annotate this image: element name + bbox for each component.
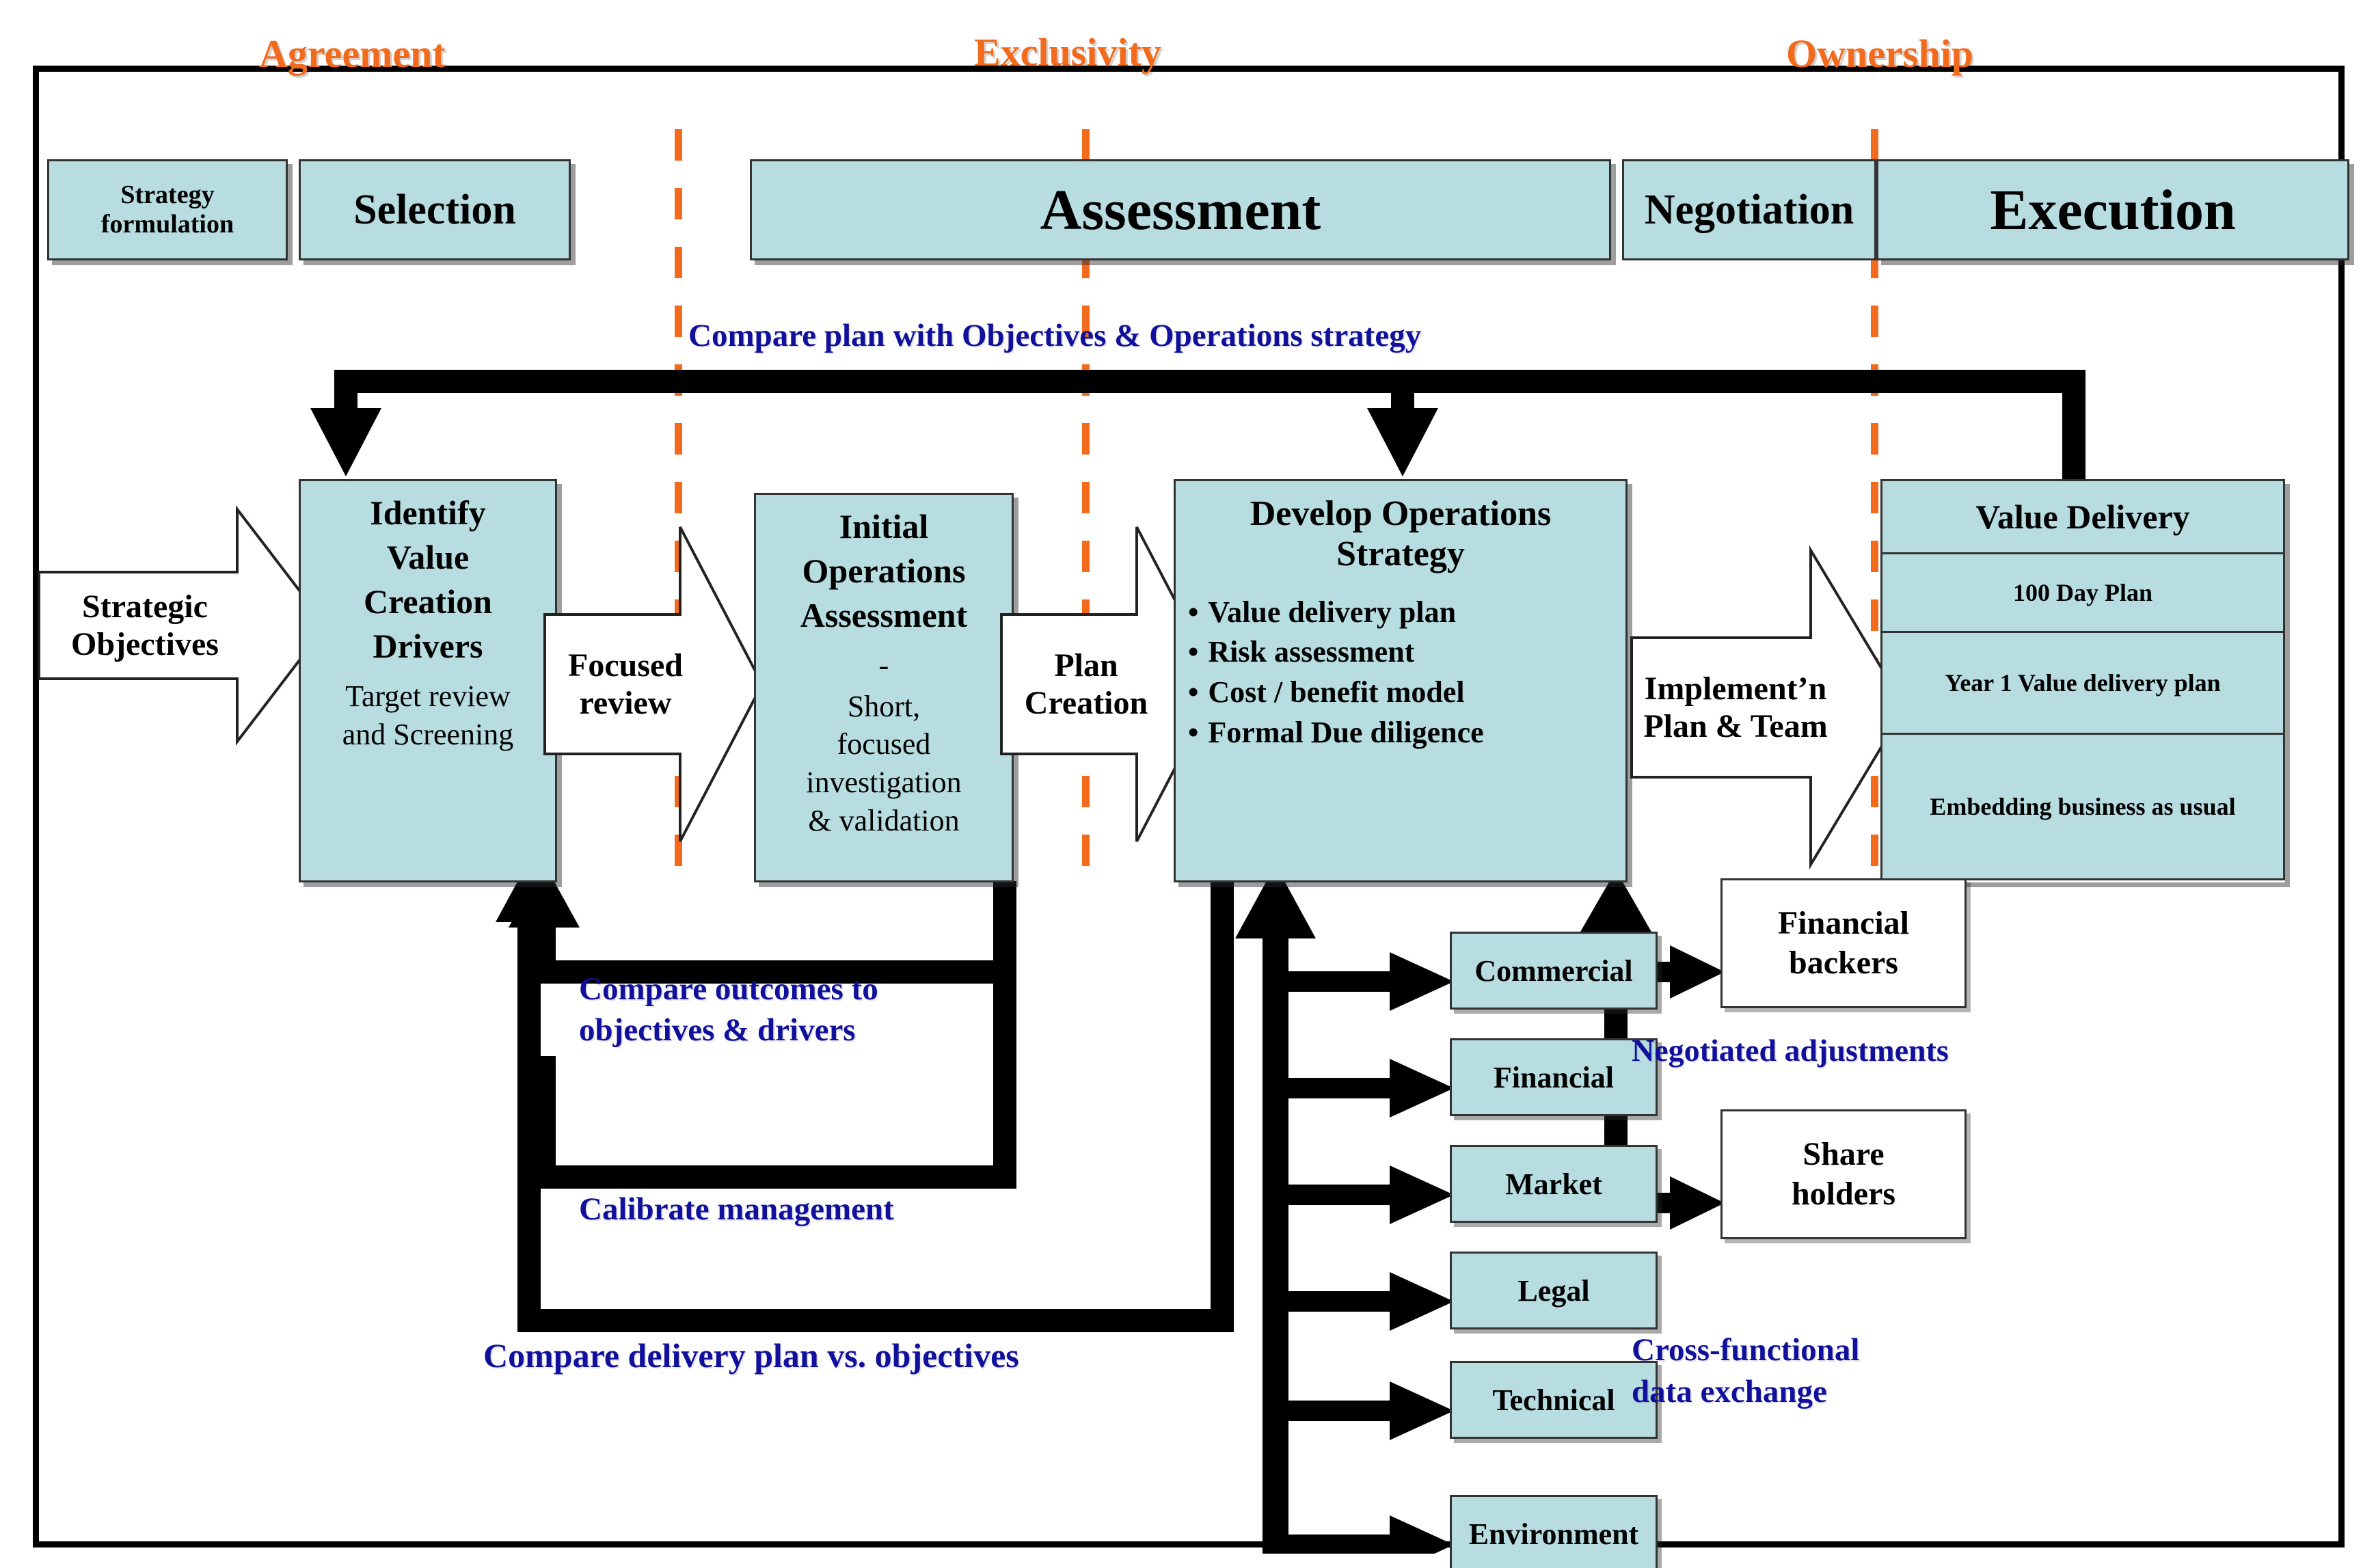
- diagram-canvas: Agreement Exclusivity Ownership Strategy…: [0, 0, 2376, 1568]
- annotation-cross-functional-data-exchange: Cross-functional data exchange: [1632, 1329, 2014, 1413]
- process3-title-line1: Develop Operations: [1250, 494, 1552, 533]
- annotation-compare-outcomes-line2: objectives & drivers: [579, 1012, 856, 1049]
- process-sub-line1: Target review: [345, 679, 511, 713]
- process-identify-value-creation-drivers[interactable]: Identify Value Creation Drivers Target r…: [299, 479, 557, 882]
- phase-negotiation[interactable]: Negotiation: [1622, 159, 1876, 260]
- annotation-negotiated-adjustments: Negotiated adjustments: [1632, 1033, 1949, 1068]
- process3-title-line2: Strategy: [1336, 535, 1465, 574]
- phase-label-selection: Selection: [353, 186, 516, 233]
- process-title-line3: Creation: [364, 582, 492, 621]
- annotation-compare-delivery: Compare delivery plan vs. objectives: [483, 1336, 1019, 1375]
- stakeholder-financial-backers-line2: backers: [1789, 945, 1898, 981]
- process2-sub-dash: -: [878, 649, 889, 682]
- function-box-legal[interactable]: Legal: [1450, 1252, 1658, 1329]
- process2-sub-line4: investigation: [806, 766, 962, 800]
- phase-label-strategy-line2: formulation: [100, 210, 234, 239]
- phase-label-negotiation: Negotiation: [1644, 186, 1854, 233]
- stakeholder-share-holders-line2: holders: [1791, 1176, 1895, 1212]
- annotation-compare-plan: Compare plan with Objectives & Operation…: [688, 318, 1422, 353]
- diagram-frame: Agreement Exclusivity Ownership Strategy…: [33, 30, 2349, 1568]
- milestone-label-exclusivity: Exclusivity: [974, 30, 1161, 75]
- process2-title-line3: Assessment: [800, 596, 968, 634]
- process3-bullet-1: Value delivery plan: [1188, 593, 1484, 633]
- function-box-environment[interactable]: Environment: [1450, 1495, 1658, 1568]
- milestone-label-agreement: Agreement: [259, 31, 446, 76]
- value-delivery-row-100-day-plan[interactable]: 100 Day Plan: [1880, 552, 2285, 633]
- function-box-market[interactable]: Market: [1450, 1145, 1658, 1223]
- process2-title-line2: Operations: [802, 552, 966, 590]
- annotation-cross-functional-line1: Cross-functional: [1632, 1332, 1860, 1368]
- annotation-calibrate-management: Calibrate management: [579, 1191, 894, 1227]
- process-title-line4: Drivers: [373, 627, 483, 665]
- function-box-technical[interactable]: Technical: [1450, 1361, 1658, 1439]
- process3-bullet-4: Formal Due diligence: [1188, 713, 1483, 753]
- phase-label-execution: Execution: [1990, 178, 2236, 242]
- transition-chevron-implementation-plan-team: Implement’n Plan & Team: [1630, 545, 1907, 870]
- value-delivery-header: Value Delivery: [1880, 479, 2285, 554]
- function-box-commercial[interactable]: Commercial: [1450, 932, 1658, 1010]
- function-box-financial[interactable]: Financial: [1450, 1038, 1658, 1116]
- phase-execution[interactable]: Execution: [1876, 159, 2349, 260]
- process2-sub-line3: focused: [837, 727, 931, 761]
- process-title-line2: Value: [386, 538, 470, 576]
- process2-sub-line5: & validation: [808, 803, 960, 837]
- process2-title-line1: Initial: [839, 507, 929, 545]
- stakeholder-box-share-holders[interactable]: Share holders: [1720, 1109, 1967, 1239]
- value-delivery-row-year-1-plan[interactable]: Year 1 Value delivery plan: [1880, 631, 2285, 735]
- phase-selection[interactable]: Selection: [299, 159, 571, 260]
- phase-label-strategy-line1: Strategy: [120, 180, 215, 210]
- stakeholder-financial-backers-line1: Financial: [1777, 905, 1910, 942]
- input-chevron-strategic-objectives: Strategic Objectives: [38, 505, 328, 746]
- phase-label-assessment: Assessment: [1040, 178, 1321, 242]
- stakeholder-share-holders-line1: Share: [1803, 1136, 1885, 1173]
- transition-chevron-focused-review: Focused review: [543, 526, 764, 842]
- stakeholder-box-financial-backers[interactable]: Financial backers: [1720, 878, 1967, 1008]
- annotation-cross-functional-line2: data exchange: [1632, 1374, 1827, 1410]
- annotation-compare-outcomes: Compare outcomes to objectives & drivers: [579, 969, 1057, 1051]
- process2-sub-line2: Short,: [847, 689, 921, 723]
- value-delivery-group[interactable]: Value Delivery 100 Day Plan Year 1 Value…: [1880, 479, 2285, 882]
- process-develop-operations-strategy[interactable]: Develop Operations Strategy Value delive…: [1174, 479, 1628, 882]
- process-sub-line2: and Screening: [342, 717, 514, 751]
- value-delivery-row-embedding-bau[interactable]: Embedding business as usual: [1880, 733, 2285, 880]
- phase-strategy-formulation[interactable]: Strategy formulation: [47, 159, 288, 260]
- process3-bullet-3: Cost / benefit model: [1188, 673, 1484, 713]
- process3-bullet-list: Value delivery plan Risk assessment Cost…: [1180, 593, 1484, 754]
- phase-assessment[interactable]: Assessment: [750, 159, 1611, 260]
- annotation-compare-outcomes-line1: Compare outcomes to: [579, 971, 878, 1007]
- process-title-line1: Identify: [370, 494, 486, 532]
- process-initial-operations-assessment[interactable]: Initial Operations Assessment - Short, f…: [754, 493, 1014, 882]
- milestone-label-ownership: Ownership: [1786, 31, 1973, 76]
- process3-bullet-2: Risk assessment: [1188, 632, 1484, 673]
